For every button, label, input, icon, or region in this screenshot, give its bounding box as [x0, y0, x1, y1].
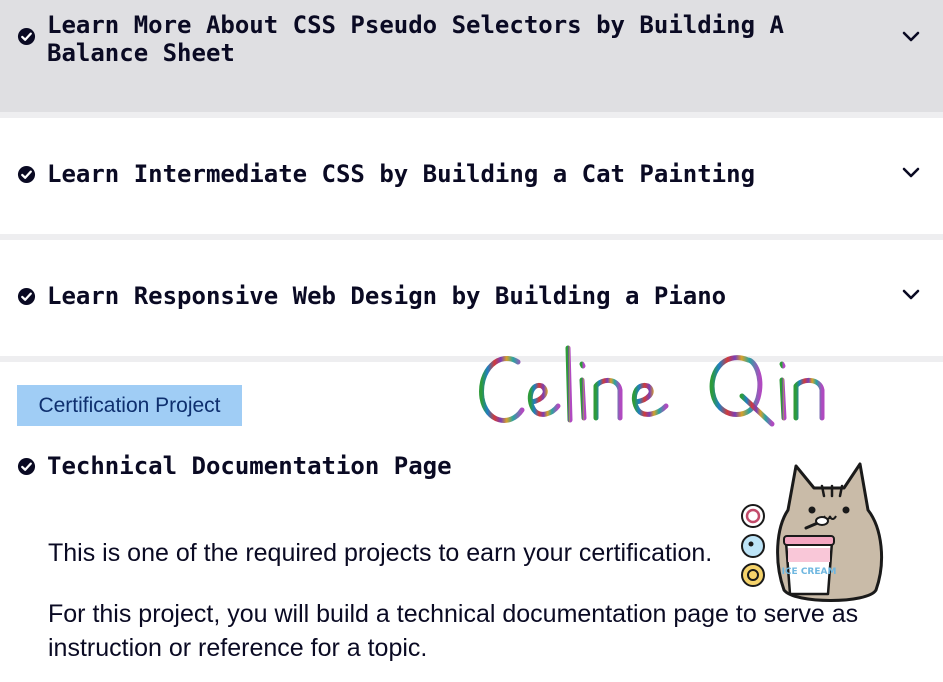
chevron-down-icon[interactable]: [901, 166, 921, 180]
chevron-down-icon[interactable]: [901, 288, 921, 302]
check-circle-icon: [17, 287, 36, 306]
check-circle-icon: [17, 457, 36, 476]
cat-sticker-image: ICE CREAM: [741, 462, 884, 602]
check-circle-icon: [17, 27, 36, 46]
sticker-text: ICE CREAM: [782, 567, 837, 577]
chevron-down-icon[interactable]: [901, 30, 921, 44]
superblock-piano[interactable]: Learn Responsive Web Design by Building …: [0, 240, 943, 356]
superblock-pseudo-selectors[interactable]: Learn More About CSS Pseudo Selectors by…: [0, 0, 943, 112]
check-circle-icon: [17, 165, 36, 184]
sticker-circles-icon: [741, 504, 765, 587]
superblock-title: Learn Responsive Web Design by Building …: [47, 282, 727, 310]
superblock-title: Learn More About CSS Pseudo Selectors by…: [47, 11, 784, 67]
certification-project-badge: Certification Project: [17, 385, 242, 426]
superblock-list: Learn More About CSS Pseudo Selectors by…: [0, 0, 943, 362]
superblock-title: Learn Intermediate CSS by Building a Cat…: [47, 160, 756, 188]
project-title-link[interactable]: Technical Documentation Page: [47, 452, 452, 480]
signature-image: [479, 345, 825, 427]
superblock-cat-painting[interactable]: Learn Intermediate CSS by Building a Cat…: [0, 118, 943, 234]
